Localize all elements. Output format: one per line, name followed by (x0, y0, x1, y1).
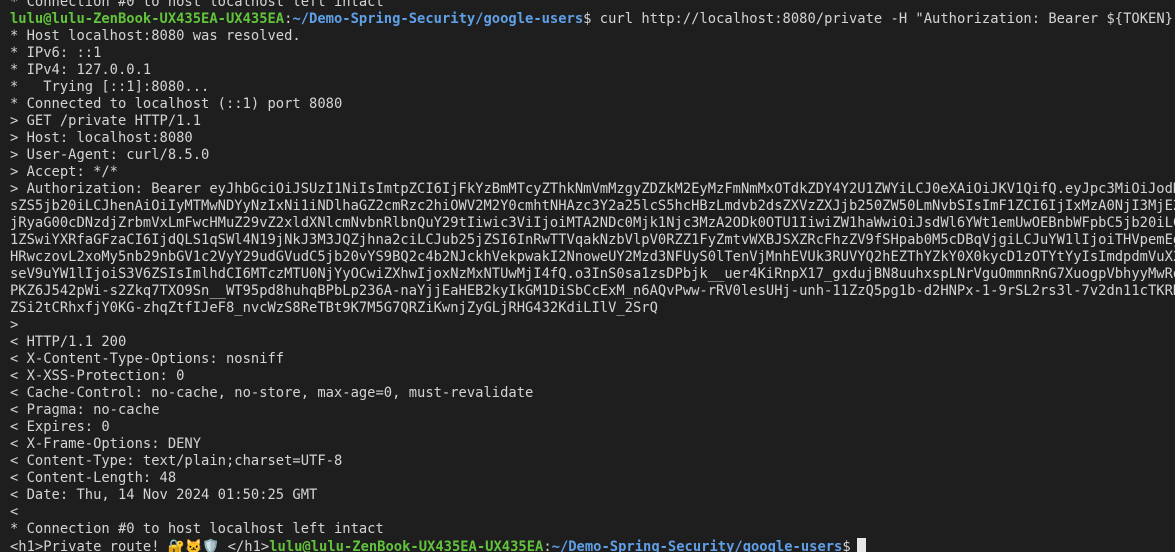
output-line: 1ZSwiYXRfaGFzaCI6IjdQLS1qSWl4N19jNkJ3M3J… (10, 232, 1175, 248)
output-line: < Date: Thu, 14 Nov 2024 01:50:25 GMT (10, 487, 318, 503)
output-line: * Connection #0 to host localhost left i… (10, 521, 384, 537)
output-line: < X-Frame-Options: DENY (10, 436, 202, 452)
output-line: > Authorization: Bearer eyJhbGciOiJSUzI1… (10, 181, 1175, 197)
output-line: < X-XSS-Protection: 0 (10, 368, 185, 384)
output-line: > User-Agent: curl/8.5.0 (10, 147, 210, 163)
output-line: > Accept: */* (10, 164, 118, 180)
output-line: < Expires: 0 (10, 419, 110, 435)
prompt-user-host: lulu@lulu-ZenBook-UX435EA-UX435EA (269, 539, 544, 552)
output-line: < (10, 504, 19, 520)
output-line: * IPv6: ::1 (10, 45, 102, 61)
output-line: > (10, 317, 19, 333)
terminal-line-partial: * Connection #0 to host localhost left i… (10, 0, 1175, 11)
output-line: < Content-Type: text/plain;charset=UTF-8 (10, 453, 343, 469)
prompt-separator: : (543, 539, 552, 552)
output-line: jRyaG00cDNzdjZrbmVxLmFwcHMuZ29vZ2xldXNlc… (10, 215, 1175, 231)
output-line: * IPv4: 127.0.0.1 (10, 62, 152, 78)
output-line: * Trying [::1]:8080... (10, 79, 210, 95)
terminal-cursor[interactable] (856, 538, 866, 552)
prompt-path: ~/Demo-Spring-Security/google-users (551, 539, 843, 552)
terminal-output: * Host localhost:8080 was resolved. * IPv… (10, 28, 1175, 538)
output-line: < Pragma: no-cache (10, 402, 160, 418)
command-text: curl http://localhost:8080/private -H "A… (591, 11, 1175, 27)
output-line: < HTTP/1.1 200 (10, 334, 127, 350)
prompt-path: ~/Demo-Spring-Security/google-users (292, 11, 584, 27)
output-line: < Cache-Control: no-cache, no-store, max… (10, 385, 534, 401)
output-line: < Content-Length: 48 (10, 470, 177, 486)
partial-line-text: * Connection #0 to host localhost left i… (10, 0, 384, 10)
output-line: HRwczovL2xoMy5nb29nbGV1c2VyY29udGVudC5jb… (10, 249, 1175, 265)
output-line: > GET /private HTTP/1.1 (10, 113, 202, 129)
output-line: * Host localhost:8080 was resolved. (10, 28, 301, 44)
output-line: sZS5jb20iLCJhenAiOiIyMTMwNDYyNzIxNi1iNDl… (10, 198, 1175, 214)
output-line: < X-Content-Type-Options: nosniff (10, 351, 285, 367)
terminal-window[interactable]: * Connection #0 to host localhost left i… (0, 0, 1175, 552)
output-line: * Connected to localhost (::1) port 8080 (10, 96, 343, 112)
prompt-symbol: $ (842, 539, 851, 552)
terminal-line-command: lulu@lulu-ZenBook-UX435EA-UX435EA:~/Demo… (10, 11, 1175, 28)
output-line: > Host: localhost:8080 (10, 130, 193, 146)
terminal-line-prompt[interactable]: <h1>Private route! 🔐🐱🛡️ </h1>lulu@lulu-Z… (10, 538, 1175, 552)
output-line: seV9uYW1lIjoiS3V6ZSIsImlhdCI6MTczMTU0NjY… (10, 266, 1175, 282)
response-body: <h1>Private route! 🔐🐱🛡️ </h1> (10, 539, 270, 552)
output-line: PKZ6J542pWi-s2Zkq7TXO9Sn__WT95pd8huhqBPb… (10, 283, 1175, 299)
output-line: ZSi2tCRhxfjY0KG-zhqZtfIJeF8_nvcWzS8ReTBt… (10, 300, 658, 316)
prompt-user-host: lulu@lulu-ZenBook-UX435EA-UX435EA (10, 11, 285, 27)
